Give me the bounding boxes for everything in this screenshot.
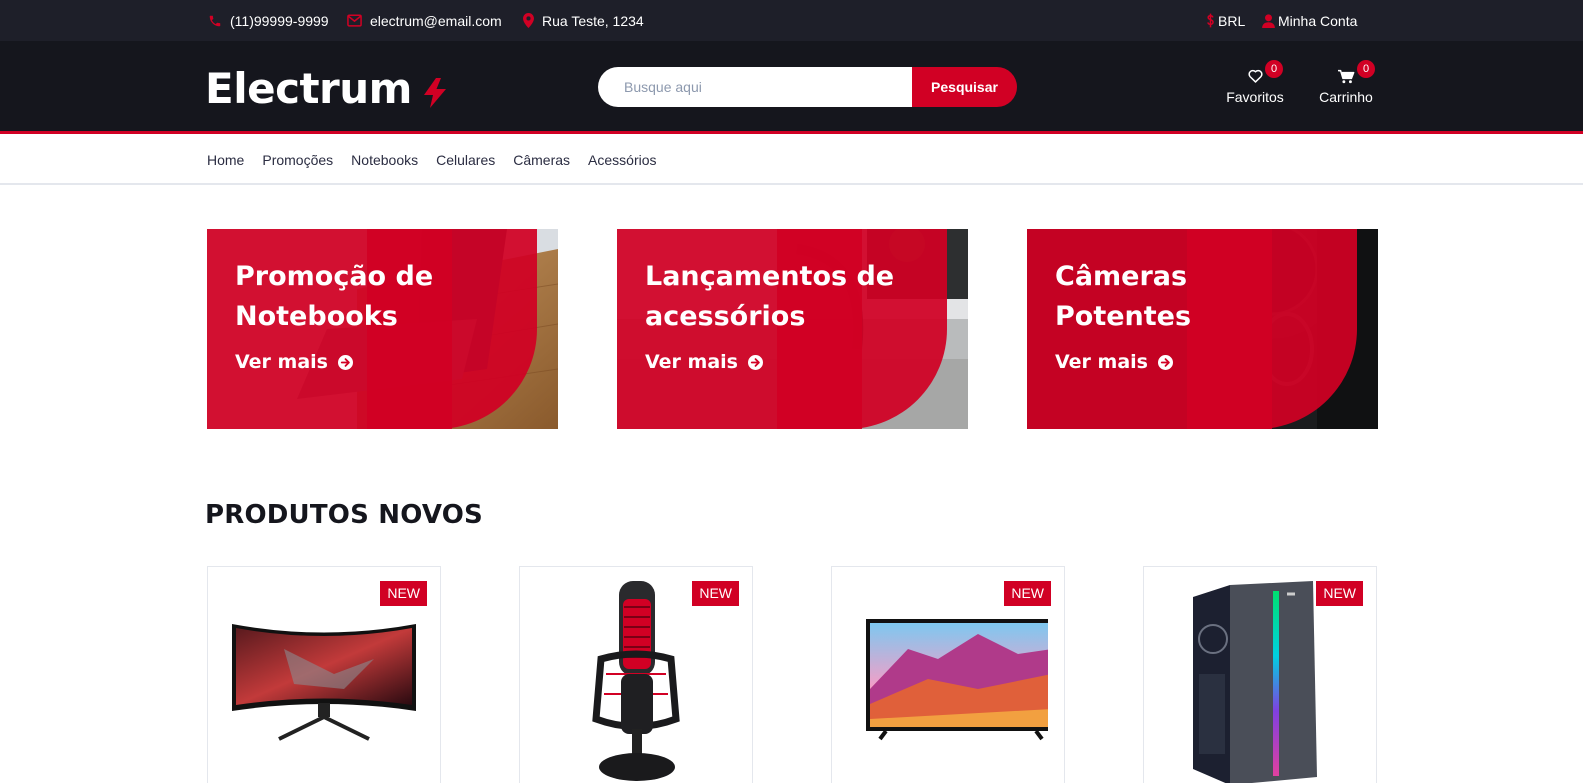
product-card[interactable]: NEW bbox=[519, 566, 753, 783]
microphone-image bbox=[592, 581, 680, 781]
dollar-icon bbox=[1207, 13, 1214, 28]
lightning-bolt-icon bbox=[423, 78, 446, 108]
arrow-circle-right-icon bbox=[1157, 354, 1173, 370]
banner-title: Lançamentos de acessórios bbox=[645, 261, 895, 332]
top-bar: (11)99999-9999 electrum@email.com Rua Te… bbox=[0, 0, 1583, 41]
currency-text: BRL bbox=[1218, 12, 1246, 29]
nav-item-celulares[interactable]: Celulares bbox=[436, 152, 495, 168]
banner-cameras[interactable]: Câmeras Potentes Ver mais bbox=[1027, 229, 1378, 429]
banner-title: Câmeras Potentes bbox=[1055, 261, 1192, 332]
banner-link-label: Ver mais bbox=[235, 351, 328, 373]
search-input[interactable] bbox=[598, 67, 912, 107]
product-card[interactable]: NEW bbox=[207, 566, 441, 783]
nav-item-notebooks[interactable]: Notebooks bbox=[351, 152, 418, 168]
logo[interactable]: Electrum bbox=[205, 63, 448, 113]
phone-icon bbox=[209, 15, 221, 26]
banner-link-label: Ver mais bbox=[645, 351, 738, 373]
map-marker-icon bbox=[523, 13, 534, 28]
cart-button[interactable]: 0 Carrinho bbox=[1306, 60, 1386, 111]
banner-link[interactable]: Ver mais bbox=[1055, 351, 1173, 373]
cart-label: Carrinho bbox=[1319, 89, 1373, 105]
phone-link[interactable]: (11)99999-9999 bbox=[208, 0, 329, 41]
nav-item-cameras[interactable]: Câmeras bbox=[513, 152, 570, 168]
address-text: Rua Teste, 1234 bbox=[542, 12, 644, 29]
shopping-cart-icon bbox=[1337, 69, 1354, 84]
banner-notebooks[interactable]: Promoção de Notebooks Ver mais bbox=[207, 229, 558, 429]
nav-item-home[interactable]: Home bbox=[207, 152, 244, 168]
search-button[interactable]: Pesquisar bbox=[912, 67, 1017, 107]
banner-link-label: Ver mais bbox=[1055, 351, 1148, 373]
address-link[interactable]: Rua Teste, 1234 bbox=[523, 0, 644, 41]
account-link[interactable]: Minha Conta bbox=[1262, 0, 1357, 41]
banner-acessorios[interactable]: Lançamentos de acessórios Ver mais bbox=[617, 229, 968, 429]
nav-item-promocoes[interactable]: Promoções bbox=[262, 152, 333, 168]
arrow-circle-right-icon bbox=[747, 354, 763, 370]
user-icon bbox=[1262, 13, 1275, 28]
section-title: PRODUTOS NOVOS bbox=[205, 500, 483, 530]
product-card[interactable]: NEW bbox=[1143, 566, 1377, 783]
search-form: Pesquisar bbox=[598, 67, 1017, 107]
nav-item-acessorios[interactable]: Acessórios bbox=[588, 152, 656, 168]
heart-icon bbox=[1247, 69, 1263, 83]
logo-text: Electrum bbox=[205, 63, 412, 113]
pc-case-image bbox=[1193, 581, 1317, 783]
product-card[interactable]: NEW bbox=[831, 566, 1065, 783]
currency-link[interactable]: BRL bbox=[1206, 0, 1245, 41]
email-link[interactable]: electrum@email.com bbox=[347, 0, 502, 41]
wishlist-button[interactable]: 0 Favoritos bbox=[1215, 60, 1295, 111]
banner-link[interactable]: Ver mais bbox=[235, 351, 353, 373]
envelope-icon bbox=[347, 14, 362, 27]
wishlist-label: Favoritos bbox=[1226, 89, 1284, 105]
account-text: Minha Conta bbox=[1278, 12, 1358, 29]
phone-text: (11)99999-9999 bbox=[230, 12, 329, 29]
television-image bbox=[866, 619, 1048, 741]
email-text: electrum@email.com bbox=[370, 12, 502, 29]
cart-count-badge: 0 bbox=[1357, 60, 1375, 78]
main-navigation: Home Promoções Notebooks Celulares Câmer… bbox=[0, 137, 1583, 185]
banner-link[interactable]: Ver mais bbox=[645, 351, 763, 373]
curved-monitor-image bbox=[232, 624, 416, 741]
arrow-circle-right-icon bbox=[337, 354, 353, 370]
wishlist-count-badge: 0 bbox=[1265, 60, 1283, 78]
banner-title: Promoção de Notebooks bbox=[235, 261, 434, 332]
header: Electrum Pesquisar 0 Favoritos 0 Carrinh… bbox=[0, 41, 1583, 134]
